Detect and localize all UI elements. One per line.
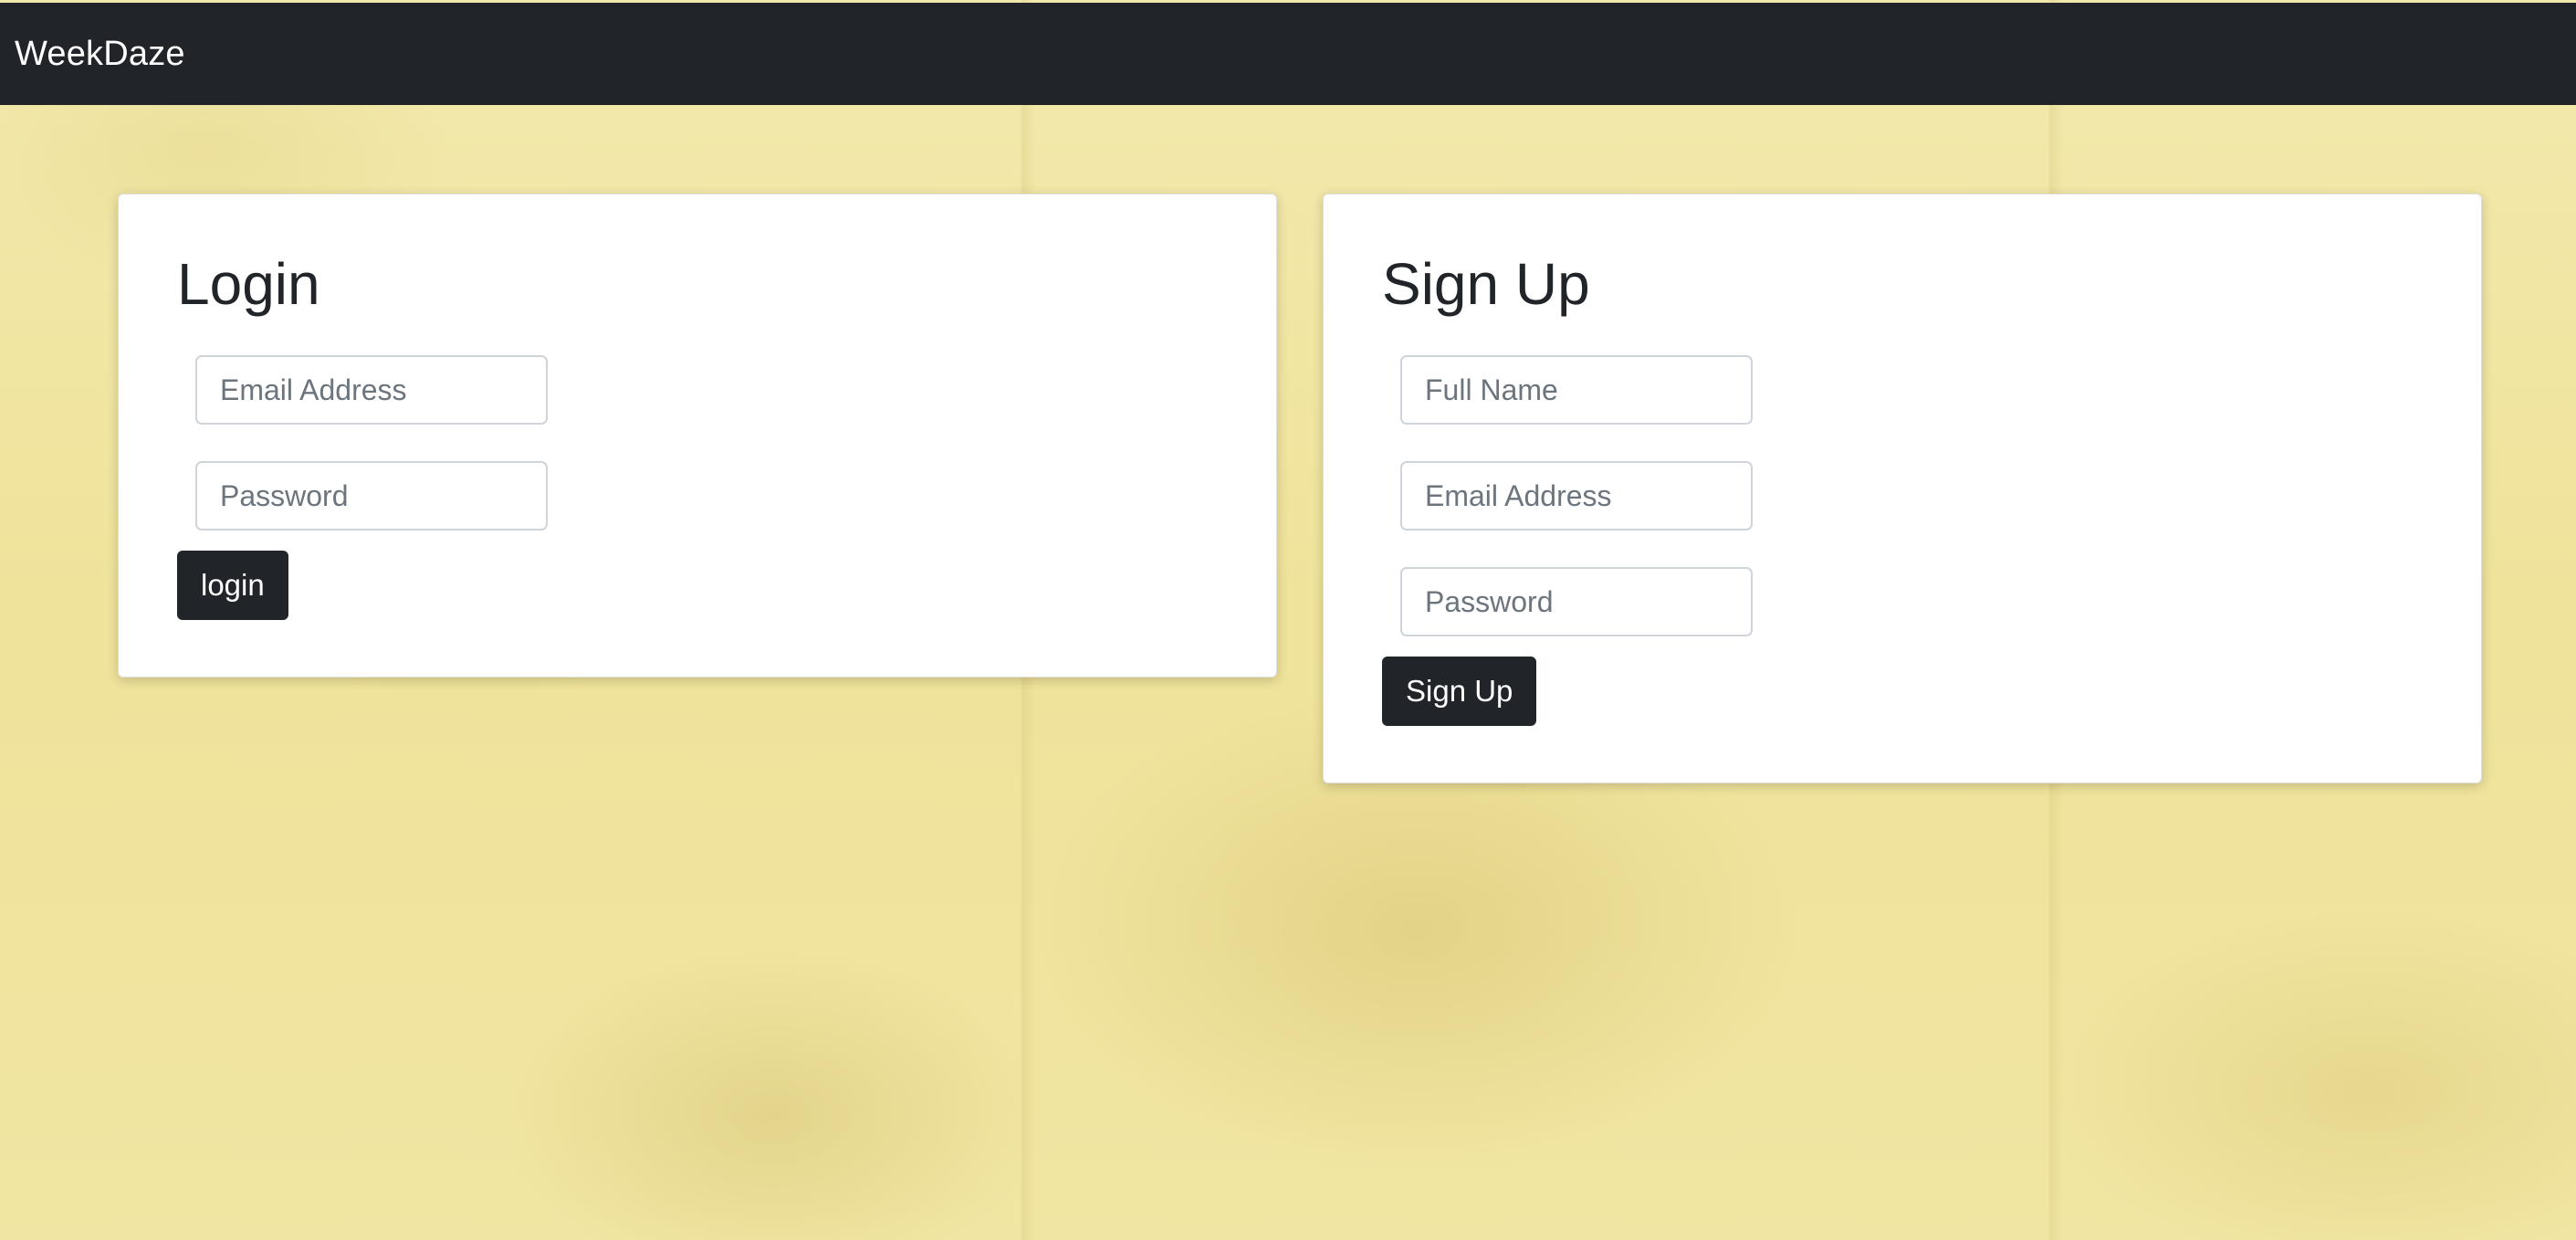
signup-full-name-field[interactable] <box>1400 355 1753 425</box>
login-email-field[interactable] <box>195 355 548 425</box>
brand-logo[interactable]: WeekDaze <box>15 35 185 74</box>
signup-card: Sign Up Sign Up <box>1323 194 2482 783</box>
login-button[interactable]: login <box>177 551 288 620</box>
login-password-field[interactable] <box>195 461 548 531</box>
login-card: Login login <box>118 194 1277 678</box>
signup-button[interactable]: Sign Up <box>1382 657 1537 726</box>
top-navbar: WeekDaze <box>0 3 2576 105</box>
signup-password-field[interactable] <box>1400 567 1753 636</box>
signup-email-field[interactable] <box>1400 461 1753 531</box>
signup-title: Sign Up <box>1382 251 1590 317</box>
login-title: Login <box>177 251 320 317</box>
